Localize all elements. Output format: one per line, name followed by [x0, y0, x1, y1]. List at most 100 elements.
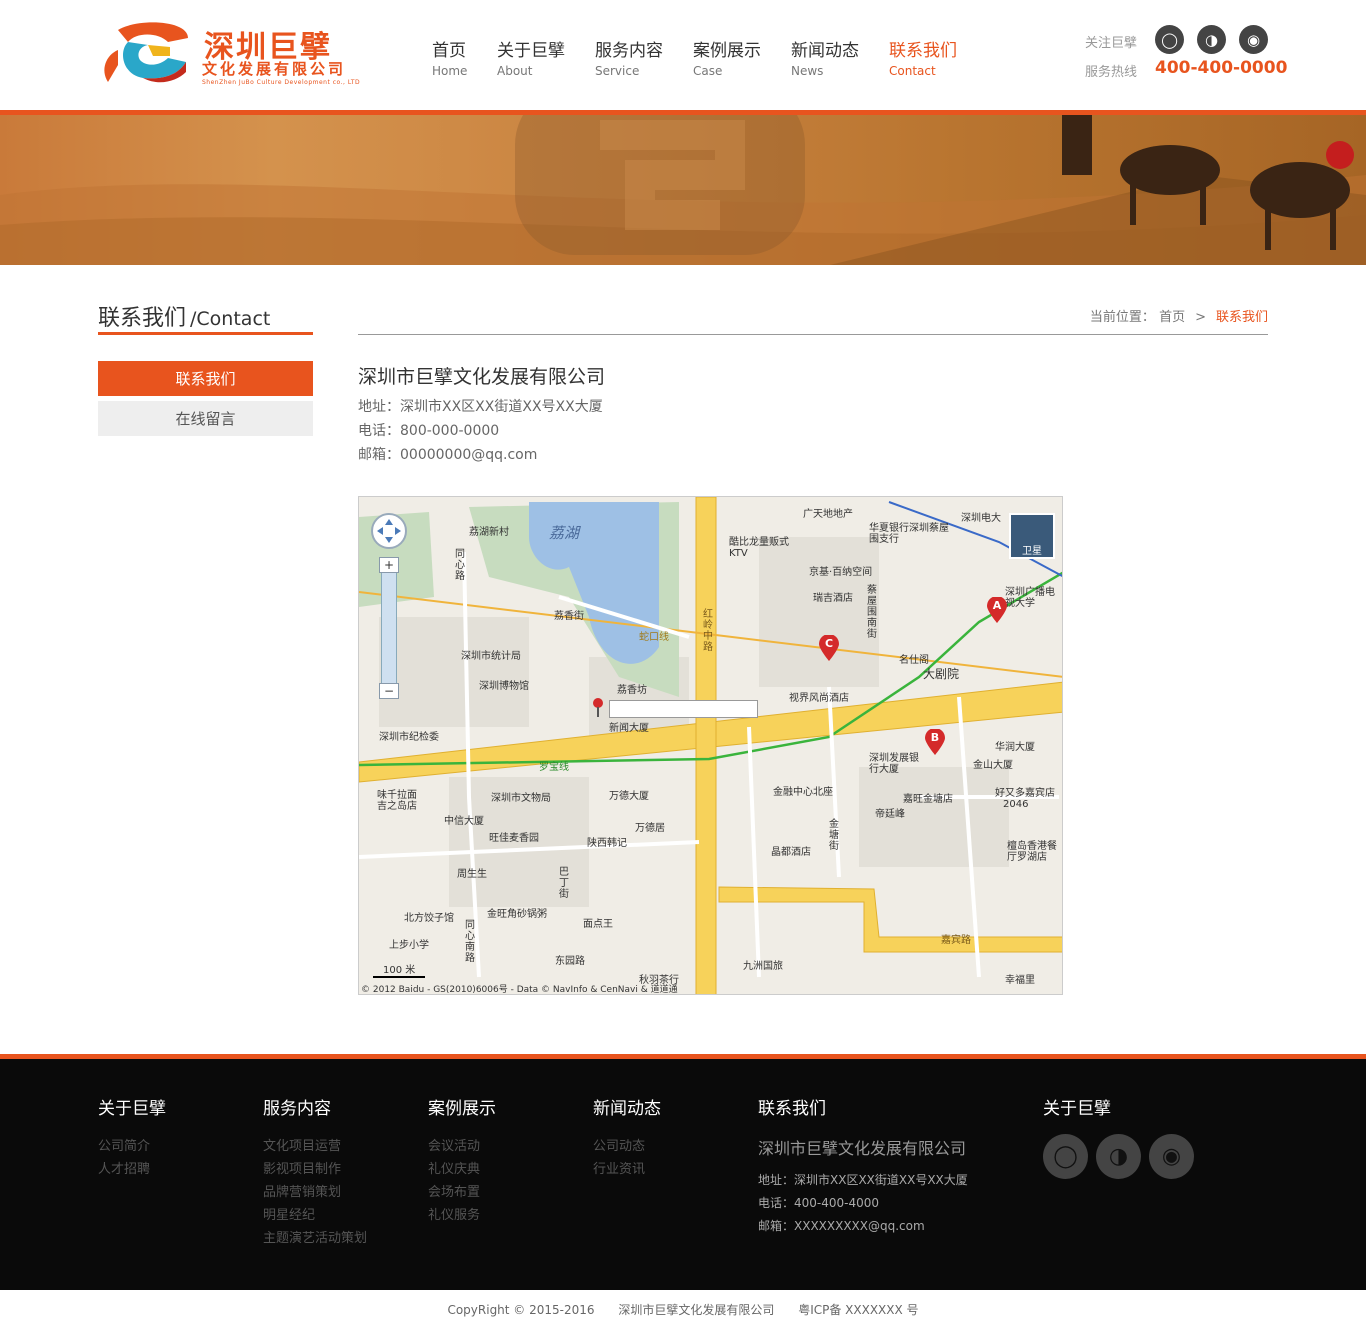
map-label-11: 万德大厦 [609, 791, 649, 802]
map-marker-b[interactable]: B [925, 729, 945, 755]
footer-link[interactable]: 文化项目运营 [263, 1135, 367, 1158]
wechat-icon[interactable]: ◑ [1197, 25, 1226, 54]
map-pan-control[interactable] [371, 513, 407, 549]
map-label-52: 蛇口线 [639, 632, 669, 643]
main-divider [358, 334, 1268, 335]
footer-col-follow: 关于巨擘 [1043, 1094, 1111, 1135]
map-label-14: 陕西韩记 [587, 838, 627, 849]
map-label-46: 蔡屋围南街 [867, 585, 877, 640]
sidebar-title: 联系我们/Contact [98, 300, 270, 332]
map-label-31: 深圳广播电视大学 [1005, 587, 1055, 609]
nav-contact-cn: 联系我们 [889, 41, 957, 61]
footer-link[interactable]: 品牌营销策划 [263, 1181, 367, 1204]
map-label-30: 视界风尚酒店 [789, 693, 849, 704]
footer-qq-icon[interactable]: ◯ [1043, 1134, 1088, 1179]
hotline-label: 服务热线 [1085, 65, 1138, 80]
map-label-8: 深圳市纪检委 [379, 732, 439, 743]
footer-link[interactable]: 会场布置 [428, 1181, 496, 1204]
footer-link[interactable]: 礼仪服务 [428, 1204, 496, 1227]
footer-link[interactable]: 公司动态 [593, 1135, 661, 1158]
satellite-label: 卫星 [1022, 546, 1042, 557]
map-label-1: 荔湖新村 [469, 527, 509, 538]
nav-service[interactable]: 服务内容 Service [595, 40, 663, 80]
footer-service-title: 服务内容 [263, 1099, 331, 1119]
breadcrumb-label: 当前位置： [1089, 310, 1155, 325]
map-label-32: 深圳发展银行大厦 [869, 753, 919, 775]
map-location-pin[interactable] [591, 697, 605, 717]
copyright-icp[interactable]: 粤ICP备 XXXXXXX 号 [798, 1303, 918, 1317]
map-label-27: 瑞吉酒店 [813, 593, 853, 604]
map-label-10: 深圳市文物局 [491, 793, 551, 804]
footer-link[interactable]: 公司简介 [98, 1135, 166, 1158]
map-label-41: 嘉宾路 [941, 935, 971, 946]
map-label-20: 东园路 [555, 956, 585, 967]
marker-c-label: C [824, 637, 834, 650]
nav-news-en: News [791, 64, 824, 78]
map-zoom-slider[interactable] [381, 557, 397, 697]
site-header: 深圳巨擘 文化发展有限公司 ShenZhen JuBo Culture Deve… [0, 0, 1366, 110]
zoom-in-button[interactable]: + [379, 557, 399, 573]
nav-about-en: About [497, 64, 533, 78]
sidebar-item-contact[interactable]: 联系我们 [98, 361, 313, 396]
contact-address: 地址：深圳市XX区XX街道XX号XX大厦 [358, 399, 603, 415]
footer-col-case: 案例展示 会议活动 礼仪庆典 会场布置 礼仪服务 [428, 1094, 496, 1227]
footer-link[interactable]: 会议活动 [428, 1135, 496, 1158]
map-label-13: 旺佳麦香园 [489, 833, 539, 844]
nav-case[interactable]: 案例展示 Case [693, 40, 761, 80]
nav-case-en: Case [693, 64, 723, 78]
footer-about-title: 关于巨擘 [98, 1099, 166, 1119]
footer-link[interactable]: 影视项目制作 [263, 1158, 367, 1181]
breadcrumb-home[interactable]: 首页 [1159, 310, 1185, 325]
map-label-5: 深圳博物馆 [479, 681, 529, 692]
map-copyright: © 2012 Baidu - GS(2010)6006号 - Data © Na… [361, 985, 678, 995]
map-info-input[interactable] [609, 700, 758, 718]
map-label-18: 面点王 [583, 919, 613, 930]
footer-weibo-icon[interactable]: ◉ [1149, 1134, 1194, 1179]
company-logo[interactable]: 深圳巨擘 文化发展有限公司 ShenZhen JuBo Culture Deve… [98, 20, 360, 90]
logo-mark-icon [104, 22, 188, 83]
sidebar-title-en: /Contact [190, 308, 271, 330]
footer-link[interactable]: 人才招聘 [98, 1158, 166, 1181]
footer-link[interactable]: 主题演艺活动策划 [263, 1227, 367, 1250]
footer-link[interactable]: 行业资讯 [593, 1158, 661, 1181]
nav-contact[interactable]: 联系我们 Contact [889, 40, 957, 80]
map-scale: 100 米 [373, 961, 426, 978]
nav-news[interactable]: 新闻动态 News [791, 40, 859, 80]
map-marker-a[interactable]: A [987, 597, 1007, 623]
footer-follow-title: 关于巨擘 [1043, 1099, 1111, 1119]
baidu-map[interactable]: 荔湖 荔湖新村 同心路 荔香街 深圳市统计局 深圳博物馆 荔香坊 新闻大厦 深圳… [358, 496, 1063, 995]
satellite-toggle[interactable]: 卫星 [1009, 513, 1055, 559]
banner-image [0, 115, 1366, 265]
qq-icon[interactable]: ◯ [1155, 25, 1184, 54]
map-label-35: 金融中心北座 [773, 787, 833, 798]
map-label-34: 金山大厦 [973, 760, 1013, 771]
map-label-50: 同心南路 [465, 920, 475, 964]
footer-col-contact: 联系我们 深圳市巨擘文化发展有限公司 地址：深圳市XX区XX街道XX号XX大厦 … [758, 1094, 968, 1238]
map-label-40: 檀岛香港餐厅罗湖店 [1007, 841, 1057, 863]
nav-home[interactable]: 首页 Home [432, 40, 467, 80]
map-label-24: 深圳电大 [961, 513, 1001, 524]
footer-address: 地址：深圳市XX区XX街道XX号XX大厦 [758, 1173, 968, 1187]
nav-about-cn: 关于巨擘 [497, 41, 565, 61]
nav-case-cn: 案例展示 [693, 41, 761, 61]
copyright-company: 深圳市巨擘文化发展有限公司 [618, 1303, 775, 1317]
map-marker-c[interactable]: C [819, 635, 839, 661]
map-label-25: 酷比龙量贩式KTV [729, 537, 789, 559]
map-label-7: 新闻大厦 [609, 723, 649, 734]
weibo-icon[interactable]: ◉ [1239, 25, 1268, 54]
pan-arrows-icon [377, 519, 401, 543]
sidebar-title-cn: 联系我们 [98, 306, 187, 331]
map-label-17: 金旺角砂锅粥 [487, 909, 547, 920]
breadcrumb-current[interactable]: 联系我们 [1216, 310, 1268, 325]
footer-wechat-icon[interactable]: ◑ [1096, 1134, 1141, 1179]
nav-contact-en: Contact [889, 64, 936, 78]
sidebar-item-message[interactable]: 在线留言 [98, 401, 313, 436]
map-label-48: 巴丁街 [559, 867, 569, 900]
map-label-33: 华润大厦 [995, 742, 1035, 753]
footer-link[interactable]: 明星经纪 [263, 1204, 367, 1227]
footer-phone: 电话：400-400-4000 [758, 1196, 880, 1210]
footer-link[interactable]: 礼仪庆典 [428, 1158, 496, 1181]
nav-about[interactable]: 关于巨擘 About [497, 40, 565, 80]
zoom-out-button[interactable]: − [379, 683, 399, 699]
hotline-number: 400-400-0000 [1155, 58, 1288, 78]
